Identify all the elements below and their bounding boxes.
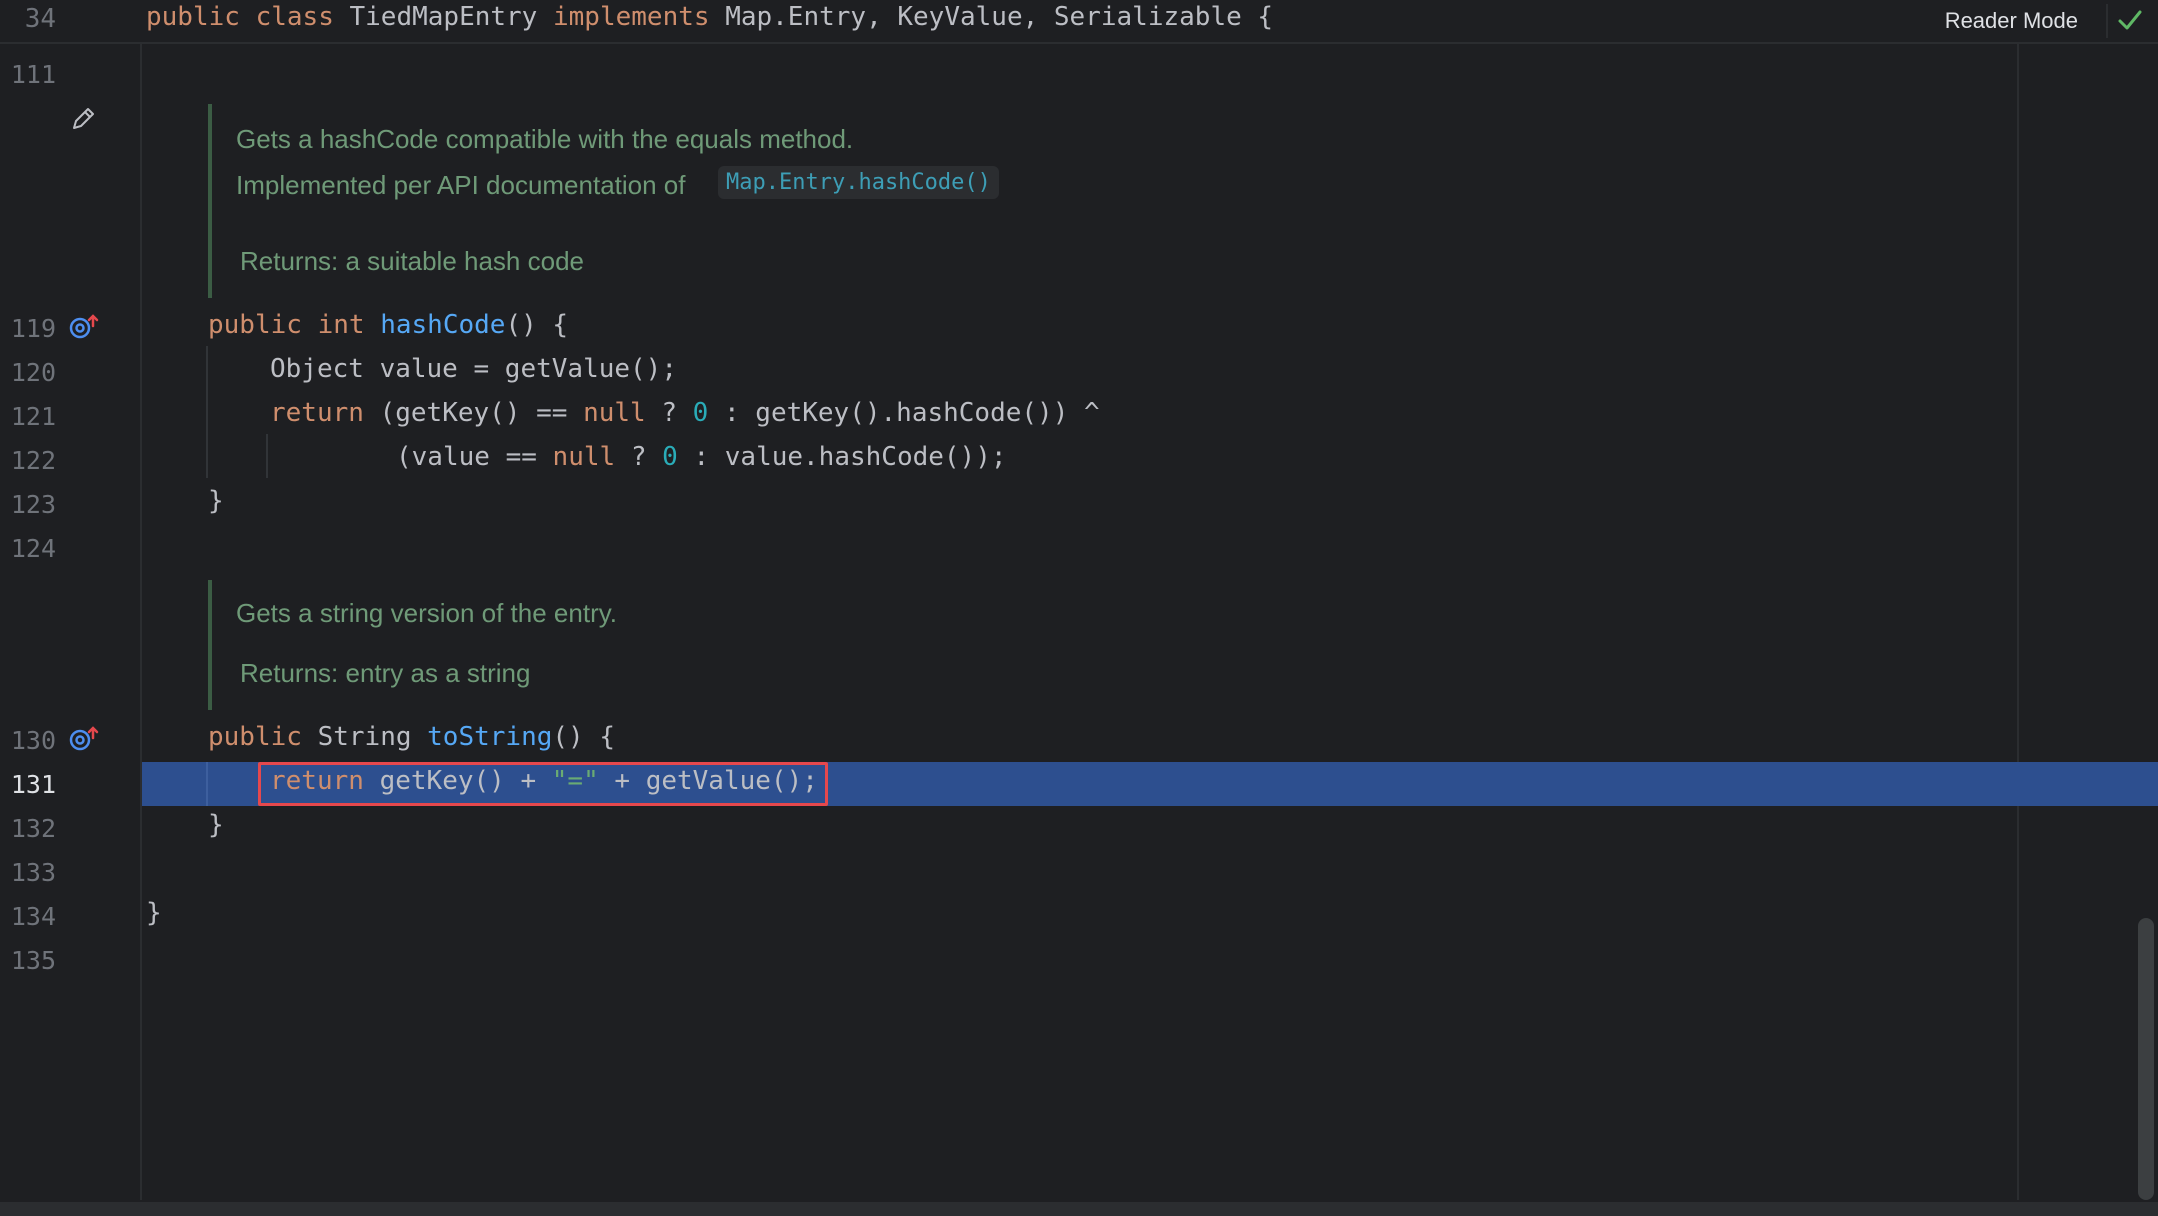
code-token: int xyxy=(317,310,381,340)
indent-guide xyxy=(266,434,268,478)
code-token: public xyxy=(208,310,318,340)
doc-returns: Returns: a suitable hash code xyxy=(240,246,584,276)
toolbar-divider xyxy=(2106,4,2108,38)
line-number[interactable]: 119 xyxy=(0,314,56,343)
code-token: (value == xyxy=(396,442,553,472)
doc-link-chip[interactable]: Map.Entry.hashCode() xyxy=(718,166,999,199)
code-line-123[interactable]: } xyxy=(208,486,224,516)
doc-comment-hashcode xyxy=(208,104,212,298)
line-number-current[interactable]: 131 xyxy=(0,770,56,799)
code-token: } xyxy=(146,898,162,928)
line-number[interactable]: 124 xyxy=(0,534,56,563)
pencil-icon[interactable] xyxy=(68,104,98,134)
override-method-icon[interactable] xyxy=(68,312,100,344)
line-number[interactable]: 121 xyxy=(0,402,56,431)
line-number[interactable]: 132 xyxy=(0,814,56,843)
code-token: } xyxy=(208,810,224,840)
code-token: TiedMapEntry xyxy=(349,2,553,32)
line-number[interactable]: 130 xyxy=(0,726,56,755)
code-line-121[interactable]: return (getKey() == null ? 0 : getKey().… xyxy=(270,398,1100,428)
doc-text: Implemented per API documentation of xyxy=(236,170,693,200)
code-token: hashCode xyxy=(380,310,506,340)
override-method-icon[interactable] xyxy=(68,724,100,756)
code-line-122[interactable]: (value == null ? 0 : value.hashCode()); xyxy=(396,442,1007,472)
indent-guide xyxy=(206,346,208,478)
line-number[interactable]: 122 xyxy=(0,446,56,475)
code-line-130[interactable]: public String toString() { xyxy=(208,722,615,752)
line-number[interactable]: 135 xyxy=(0,946,56,975)
doc-comment-tostring xyxy=(208,580,212,710)
line-number[interactable]: 120 xyxy=(0,358,56,387)
code-token: null xyxy=(552,442,616,472)
reader-mode-button[interactable]: Reader Mode xyxy=(1945,8,2078,34)
line-number[interactable]: 111 xyxy=(0,60,56,89)
doc-text: Gets a string version of the entry. xyxy=(236,598,618,628)
code-token: implements xyxy=(553,2,726,32)
code-token: : value.hashCode()); xyxy=(677,442,1007,472)
code-token: () { xyxy=(552,722,616,752)
code-token: (getKey() == xyxy=(379,398,584,428)
right-margin-guide xyxy=(2017,42,2019,1200)
highlight-box xyxy=(258,762,828,806)
code-token: String xyxy=(317,722,428,752)
line-number[interactable]: 123 xyxy=(0,490,56,519)
code-line-134[interactable]: } xyxy=(146,898,162,928)
code-token: ? xyxy=(645,398,693,428)
line-number[interactable]: 134 xyxy=(0,902,56,931)
vertical-scrollbar-thumb[interactable] xyxy=(2138,918,2154,1200)
sticky-code: public class TiedMapEntry implements Map… xyxy=(146,2,1273,32)
line-number[interactable]: 133 xyxy=(0,858,56,887)
code-token: class xyxy=(255,2,350,32)
doc-returns: Returns: entry as a string xyxy=(240,658,531,688)
code-line-132[interactable]: } xyxy=(208,810,224,840)
code-token: null xyxy=(583,398,646,428)
code-line-120[interactable]: Object value = getValue(); xyxy=(270,354,677,384)
code-token: 0 xyxy=(692,398,709,428)
doc-text: Gets a hashCode compatible with the equa… xyxy=(236,124,854,154)
code-token: public xyxy=(146,2,256,32)
code-line-119[interactable]: public int hashCode() { xyxy=(208,310,568,340)
code-token: 0 xyxy=(662,442,678,472)
code-token: return xyxy=(270,398,380,428)
sticky-class-header[interactable]: 34 public class TiedMapEntry implements … xyxy=(0,0,2158,44)
code-token: Map.Entry, KeyValue, Serializable { xyxy=(725,2,1274,32)
code-token: public xyxy=(208,722,318,752)
code-token: } xyxy=(208,486,224,516)
horizontal-scrollbar[interactable] xyxy=(0,1202,2158,1216)
indent-guide xyxy=(206,762,208,806)
code-token: toString xyxy=(427,722,553,752)
check-icon[interactable] xyxy=(2116,6,2144,34)
code-token: () { xyxy=(505,310,569,340)
gutter-divider xyxy=(140,42,142,1200)
code-token: : getKey().hashCode()) ^ xyxy=(708,398,1100,428)
code-token: Object value = getValue(); xyxy=(270,354,677,384)
code-token: ? xyxy=(615,442,663,472)
sticky-line-number: 34 xyxy=(24,4,56,34)
